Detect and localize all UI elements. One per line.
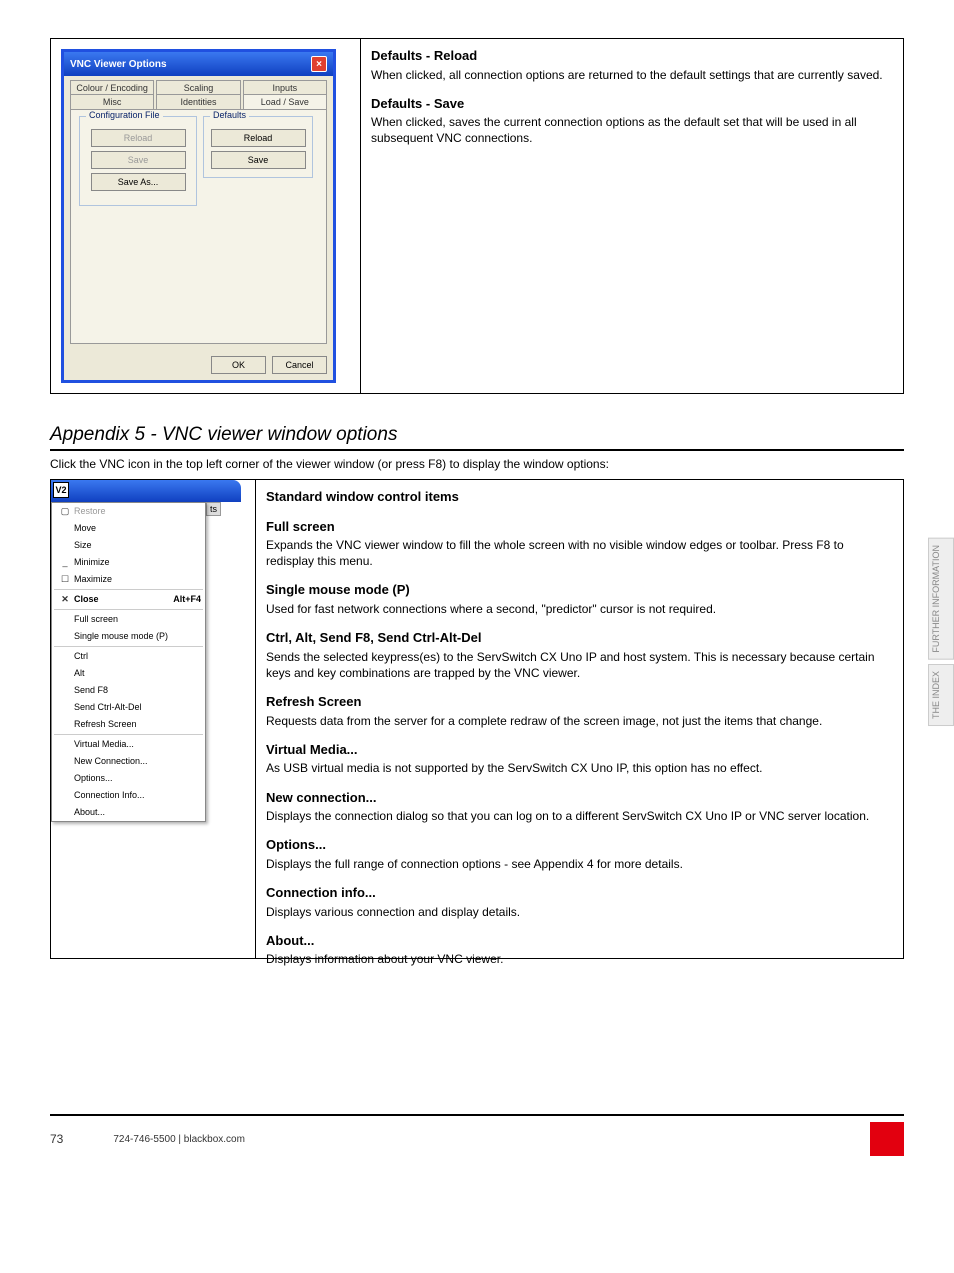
menu-move[interactable]: Move [52, 520, 205, 537]
menu-ctrl[interactable]: Ctrl [52, 648, 205, 665]
tab-row-2: Misc Identities Load / Save [70, 94, 327, 109]
desc-vm-heading: Virtual Media... [266, 741, 893, 759]
desc-newconn-text: Displays the connection dialog so that y… [266, 808, 893, 824]
desc-refresh-heading: Refresh Screen [266, 693, 893, 711]
maximize-icon: ☐ [56, 573, 74, 586]
close-shortcut: Alt+F4 [173, 593, 201, 606]
desc-refresh-text: Requests data from the server for a comp… [266, 713, 893, 729]
description-column: Standard window control items Full scree… [256, 480, 903, 958]
dialog-title: VNC Viewer Options [70, 59, 167, 70]
vnc-options-dialog: VNC Viewer Options × Colour / Encoding S… [61, 49, 336, 383]
desc-fullscreen-heading: Full screen [266, 518, 893, 536]
tab-identities[interactable]: Identities [156, 94, 240, 109]
config-saveas-button[interactable]: Save As... [91, 173, 186, 191]
menu-maximize[interactable]: ☐Maximize [52, 571, 205, 588]
defaults-reload-text: When clicked, all connection options are… [371, 67, 893, 83]
vnc-window: V2 ts ▢Restore Move Size _Minimize ☐Maxi… [51, 480, 255, 822]
desc-fullscreen-text: Expands the VNC viewer window to fill th… [266, 537, 893, 569]
defaults-save-button[interactable]: Save [211, 151, 306, 169]
defaults-reload-heading: Defaults - Reload [371, 47, 893, 65]
dialog-button-row: OK Cancel [64, 350, 333, 380]
desc-vm-text: As USB virtual media is not supported by… [266, 760, 893, 776]
side-tab-index[interactable]: THE INDEX [928, 664, 954, 726]
menu-refresh[interactable]: Refresh Screen [52, 716, 205, 733]
menu-sendcad[interactable]: Send Ctrl-Alt-Del [52, 699, 205, 716]
dialog-titlebar[interactable]: VNC Viewer Options × [64, 52, 333, 76]
tab-colour-encoding[interactable]: Colour / Encoding [70, 80, 154, 95]
menu-new-connection[interactable]: New Connection... [52, 753, 205, 770]
group-defaults-label: Defaults [210, 110, 249, 120]
section-intro: Click the VNC icon in the top left corne… [50, 457, 904, 471]
defaults-reload-button[interactable]: Reload [211, 129, 306, 147]
bottom-row: V2 ts ▢Restore Move Size _Minimize ☐Maxi… [50, 479, 904, 959]
close-icon[interactable]: × [311, 56, 327, 72]
menu-connection-info[interactable]: Connection Info... [52, 787, 205, 804]
desc-about-heading: About... [266, 932, 893, 950]
menu-single-mouse[interactable]: Single mouse mode (P) [52, 628, 205, 645]
cancel-button[interactable]: Cancel [272, 356, 327, 374]
desc-ctrl-text: Sends the selected keypress(es) to the S… [266, 649, 893, 681]
menu-minimize[interactable]: _Minimize [52, 554, 205, 571]
close-icon-menu: ✕ [56, 593, 74, 606]
defaults-save-text: When clicked, saves the current connecti… [371, 114, 893, 146]
sysmenu-cell: V2 ts ▢Restore Move Size _Minimize ☐Maxi… [51, 480, 256, 958]
desc-about-text: Displays information about your VNC view… [266, 951, 893, 967]
group-config-label: Configuration File [86, 110, 163, 120]
side-tab-further-info[interactable]: FURTHER INFORMATION [928, 538, 954, 660]
top-row: VNC Viewer Options × Colour / Encoding S… [50, 38, 904, 394]
menu-restore: ▢Restore [52, 503, 205, 520]
system-menu: ▢Restore Move Size _Minimize ☐Maximize ✕… [51, 502, 206, 822]
page-number: 73 [50, 1132, 63, 1146]
menu-size[interactable]: Size [52, 537, 205, 554]
menu-sendf8[interactable]: Send F8 [52, 682, 205, 699]
footer-company: 724-746-5500 | blackbox.com [113, 1134, 245, 1145]
menu-close[interactable]: ✕CloseAlt+F4 [52, 591, 205, 608]
page-footer: 73 724-746-5500 | blackbox.com [50, 1116, 904, 1156]
desc-singlemouse-heading: Single mouse mode (P) [266, 581, 893, 599]
desc-options-heading: Options... [266, 836, 893, 854]
vnc-titlebar[interactable]: V2 [51, 480, 241, 502]
config-save-button: Save [91, 151, 186, 169]
tab-row-1: Colour / Encoding Scaling Inputs [70, 80, 327, 95]
desc-singlemouse-text: Used for fast network connections where … [266, 601, 893, 617]
tab-load-save[interactable]: Load / Save [243, 94, 327, 109]
desc-conninfo-text: Displays various connection and display … [266, 904, 893, 920]
tab-area: Colour / Encoding Scaling Inputs Misc Id… [64, 76, 333, 109]
menu-fullscreen[interactable]: Full screen [52, 611, 205, 628]
menu-virtual-media[interactable]: Virtual Media... [52, 736, 205, 753]
defaults-save-heading: Defaults - Save [371, 95, 893, 113]
menu-options[interactable]: Options... [52, 770, 205, 787]
tab-scaling[interactable]: Scaling [156, 80, 240, 95]
side-nav: FURTHER INFORMATION THE INDEX [928, 538, 954, 726]
tab-body: Configuration File Reload Save Save As..… [70, 109, 327, 344]
minimize-icon: _ [56, 556, 74, 569]
restore-icon: ▢ [56, 505, 74, 518]
desc-ctrl-heading: Ctrl, Alt, Send F8, Send Ctrl-Alt-Del [266, 629, 893, 647]
top-right-cell: Defaults - Reload When clicked, all conn… [361, 39, 903, 393]
group-defaults: Defaults Reload Save [203, 116, 313, 178]
toolbar-fragment: ts [206, 502, 221, 516]
desc-newconn-heading: New connection... [266, 789, 893, 807]
ok-button[interactable]: OK [211, 356, 266, 374]
section-heading: Appendix 5 - VNC viewer window options [50, 424, 904, 451]
dialog-cell: VNC Viewer Options × Colour / Encoding S… [51, 39, 361, 393]
desc-conninfo-heading: Connection info... [266, 884, 893, 902]
tab-inputs[interactable]: Inputs [243, 80, 327, 95]
menu-alt[interactable]: Alt [52, 665, 205, 682]
menu-about[interactable]: About... [52, 804, 205, 821]
vnc-app-icon[interactable]: V2 [53, 482, 69, 498]
config-reload-button: Reload [91, 129, 186, 147]
brand-red-box [870, 1122, 904, 1156]
tab-misc[interactable]: Misc [70, 94, 154, 109]
desc-options-text: Displays the full range of connection op… [266, 856, 893, 872]
desc-std-heading: Standard window control items [266, 488, 893, 506]
group-config-file: Configuration File Reload Save Save As..… [79, 116, 197, 206]
